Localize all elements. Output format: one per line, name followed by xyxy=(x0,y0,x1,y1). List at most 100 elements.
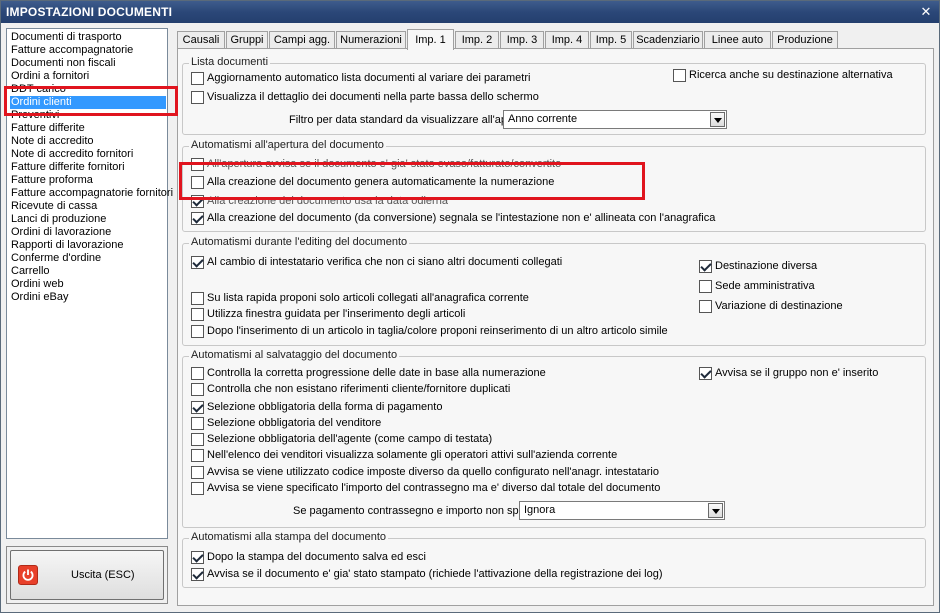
checkbox-label: Alla creazione del documento (da convers… xyxy=(207,212,716,224)
checkbox-label: Aggiornamento automatico lista documenti… xyxy=(207,72,531,84)
checkbox-box[interactable] xyxy=(191,91,204,104)
group-apertura: Automatismi all'apertura del documento A… xyxy=(182,139,926,232)
window-title: IMPOSTAZIONI DOCUMENTI xyxy=(6,5,173,19)
checkbox-label: Controlla la corretta progressione delle… xyxy=(207,367,546,379)
sidebar-item[interactable]: Documenti di trasporto xyxy=(10,31,124,44)
close-icon[interactable]: ✕ xyxy=(919,5,933,19)
checkbox-label: Selezione obbligatoria dell'agente (come… xyxy=(207,433,493,445)
sidebar-item[interactable]: Note di accredito fornitori xyxy=(10,148,135,161)
checkbox-box[interactable] xyxy=(191,308,204,321)
sidebar-item[interactable]: Documenti non fiscali xyxy=(10,57,118,70)
tab[interactable]: Causali xyxy=(177,31,225,49)
checkbox-label: Avvisa se viene utilizzato codice impost… xyxy=(207,466,659,478)
sidebar-item[interactable]: Ordini eBay xyxy=(10,291,70,304)
checkbox-box[interactable] xyxy=(699,300,712,313)
checkbox-box[interactable] xyxy=(191,292,204,305)
checkbox-box[interactable] xyxy=(191,367,204,380)
tab[interactable]: Imp. 3 xyxy=(500,31,544,49)
checkbox-label: Destinazione diversa xyxy=(715,260,818,272)
date-filter-select[interactable]: Anno corrente xyxy=(503,110,727,129)
group-editing: Automatismi durante l'editing del docume… xyxy=(182,236,926,346)
checkbox-label: Al cambio di intestatario verifica che n… xyxy=(207,256,563,268)
sidebar-item[interactable]: Fatture accompagnatorie xyxy=(10,44,135,57)
tab[interactable]: Imp. 4 xyxy=(545,31,589,49)
checkbox-box[interactable] xyxy=(191,212,204,225)
sidebar-item[interactable]: Lanci di produzione xyxy=(10,213,108,226)
checkbox-box[interactable] xyxy=(191,401,204,414)
group-stampa: Automatismi alla stampa del documento Do… xyxy=(182,531,926,588)
checkbox-label: Avvisa se il documento e' gia' stato sta… xyxy=(207,568,663,580)
checkbox-label: Avvisa se viene specificato l'importo de… xyxy=(207,482,661,494)
group-title: Automatismi alla stampa del documento xyxy=(189,531,389,543)
checkbox-box[interactable] xyxy=(191,383,204,396)
checkbox-label: Dopo la stampa del documento salva ed es… xyxy=(207,551,426,563)
checkbox-box[interactable] xyxy=(191,176,204,189)
tab[interactable]: Imp. 5 xyxy=(590,31,632,49)
group-title: Automatismi durante l'editing del docume… xyxy=(189,236,410,248)
sidebar-item[interactable]: Rapporti di lavorazione xyxy=(10,239,126,252)
tab-panel-imp1: Lista documenti Aggiornamento automatico… xyxy=(177,48,934,606)
checkbox-box[interactable] xyxy=(673,69,686,82)
payment-cod-select[interactable]: Ignora xyxy=(519,501,725,520)
checkbox-box[interactable] xyxy=(191,325,204,338)
checkbox-box[interactable] xyxy=(699,280,712,293)
group-salvataggio: Automatismi al salvataggio del documento… xyxy=(182,349,926,528)
checkbox-label: Utilizza finestra guidata per l'inserime… xyxy=(207,308,466,320)
checkbox-box[interactable] xyxy=(191,195,204,208)
checkbox-label: Variazione di destinazione xyxy=(715,300,843,312)
sidebar-item[interactable]: Fatture differite xyxy=(10,122,87,135)
checkbox-box[interactable] xyxy=(699,260,712,273)
checkbox-label: Alla creazione del documento genera auto… xyxy=(207,176,555,188)
checkbox-label: Selezione obbligatoria del venditore xyxy=(207,417,382,429)
checkbox-box[interactable] xyxy=(191,433,204,446)
checkbox-box[interactable] xyxy=(191,449,204,462)
checkbox-box[interactable] xyxy=(191,72,204,85)
exit-button[interactable]: Uscita (ESC) xyxy=(10,550,164,600)
tab[interactable]: Imp. 2 xyxy=(455,31,499,49)
sidebar-item[interactable]: Fatture accompagnatorie fornitori xyxy=(10,187,175,200)
checkbox-label: Dopo l'inserimento di un articolo in tag… xyxy=(207,325,668,337)
checkbox-box[interactable] xyxy=(191,417,204,430)
sidebar-item[interactable]: Preventivi xyxy=(10,109,61,122)
checkbox-box[interactable] xyxy=(699,367,712,380)
checkbox-box[interactable] xyxy=(191,256,204,269)
document-type-list[interactable]: Documenti di trasporto Fatture accompagna… xyxy=(6,28,173,539)
checkbox-label: Ricerca anche su destinazione alternativ… xyxy=(689,69,893,81)
sidebar-item[interactable]: Ordini di lavorazione xyxy=(10,226,113,239)
sidebar-item[interactable]: Carrello xyxy=(10,265,52,278)
sidebar-item[interactable]: Ordini web xyxy=(10,278,66,291)
tab[interactable]: Campi agg. xyxy=(269,31,335,49)
tab[interactable]: Scadenziario xyxy=(633,31,703,49)
chevron-down-icon[interactable] xyxy=(710,112,725,127)
tab-bar: Causali Gruppi Campi agg. Numerazioni Imp. 1… xyxy=(177,29,937,50)
sidebar-item[interactable]: DDT carico xyxy=(10,83,68,96)
tab[interactable]: Numerazioni xyxy=(336,31,406,49)
checkbox-label: Alla creazione del documento usa la data… xyxy=(207,195,448,207)
sidebar-item[interactable]: Note di accredito xyxy=(10,135,96,148)
checkbox-box[interactable] xyxy=(191,568,204,581)
sidebar-item[interactable]: Ordini clienti xyxy=(10,96,166,109)
sidebar-item[interactable]: Conferme d'ordine xyxy=(10,252,103,265)
checkbox-box[interactable] xyxy=(191,482,204,495)
checkbox-box[interactable] xyxy=(191,551,204,564)
exit-button-label: Uscita (ESC) xyxy=(71,569,135,581)
sidebar-item[interactable]: Fatture proforma xyxy=(10,174,95,187)
sidebar-item[interactable]: Ricevute di cassa xyxy=(10,200,99,213)
tab[interactable]: Linee auto xyxy=(704,31,771,49)
checkbox-label: Su lista rapida proponi solo articoli co… xyxy=(207,292,529,304)
checkbox-label: Controlla che non esistano riferimenti c… xyxy=(207,383,511,395)
checkbox-box[interactable] xyxy=(191,466,204,479)
chevron-down-icon[interactable] xyxy=(708,503,723,518)
checkbox-box[interactable] xyxy=(191,158,204,171)
checkbox-label: Visualizza il dettaglio dei documenti ne… xyxy=(207,91,539,103)
tab[interactable]: Gruppi xyxy=(226,31,268,49)
power-icon xyxy=(18,565,38,585)
exit-panel: Uscita (ESC) xyxy=(6,546,168,604)
sidebar-item[interactable]: Ordini a fornitori xyxy=(10,70,91,83)
tab[interactable]: Produzione xyxy=(772,31,838,49)
checkbox-label: All'apertura avvisa se il documento e' g… xyxy=(207,158,562,170)
checkbox-label: Selezione obbligatoria della forma di pa… xyxy=(207,401,443,413)
group-lista-documenti: Lista documenti Aggiornamento automatico… xyxy=(182,56,926,135)
tab[interactable]: Imp. 1 xyxy=(407,29,454,50)
sidebar-item[interactable]: Fatture differite fornitori xyxy=(10,161,127,174)
